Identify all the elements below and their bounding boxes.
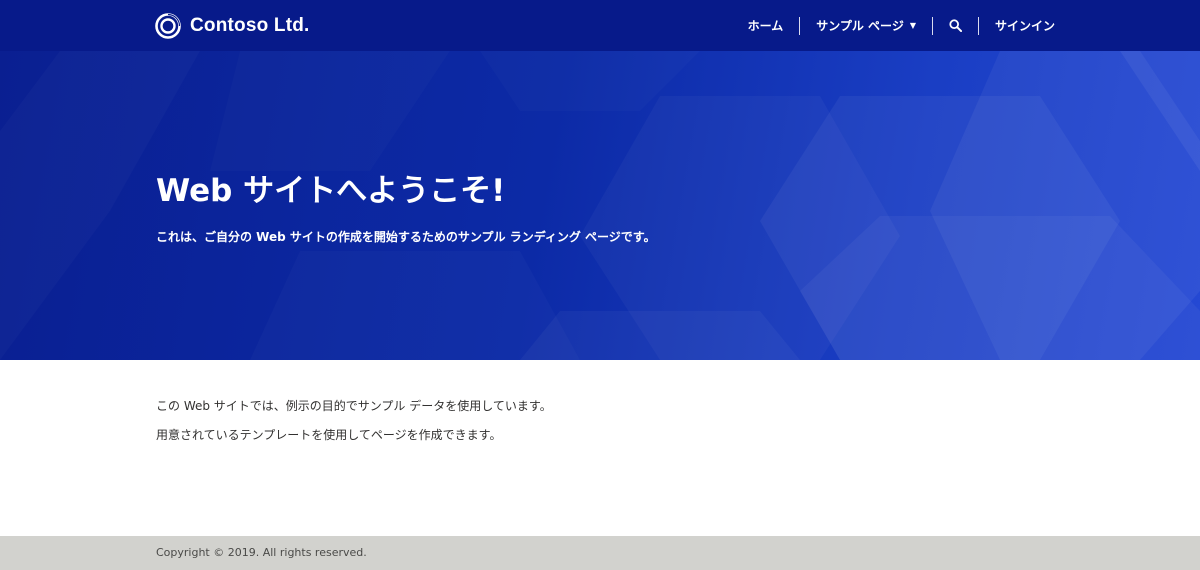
copyright-text: Copyright © 2019. All rights reserved. bbox=[156, 546, 367, 559]
nav-divider bbox=[799, 16, 801, 35]
hero-subtitle: これは、ご自分の Web サイトの作成を開始するためのサンプル ランディング ペ… bbox=[156, 230, 656, 244]
ring-logo-icon bbox=[155, 13, 181, 39]
template-paragraph: 用意されているテンプレートを使用してページを作成できます。 bbox=[156, 428, 502, 442]
nav-divider bbox=[931, 16, 933, 35]
caret-down-icon: ▼ bbox=[909, 21, 916, 30]
hero-title: Web サイトへようこそ! bbox=[156, 173, 506, 209]
brand-name: Contoso Ltd. bbox=[190, 15, 310, 36]
site-footer: Copyright © 2019. All rights reserved. bbox=[0, 536, 1200, 570]
hero-banner: Web サイトへようこそ! これは、ご自分の Web サイトの作成を開始するため… bbox=[0, 51, 1200, 360]
nav-sample-pages-dropdown[interactable]: サンプル ページ ▼ bbox=[816, 0, 916, 51]
nav-signin-link[interactable]: サインイン bbox=[995, 0, 1055, 51]
brand-logo-link[interactable]: Contoso Ltd. bbox=[155, 13, 310, 39]
search-button[interactable] bbox=[949, 0, 962, 51]
main-nav: ホーム サンプル ページ ▼ サインイン bbox=[748, 0, 1055, 51]
intro-paragraph: この Web サイトでは、例示の目的でサンプル データを使用しています。 bbox=[156, 399, 552, 413]
nav-home-link[interactable]: ホーム bbox=[748, 0, 784, 51]
nav-sample-pages-label: サンプル ページ bbox=[816, 19, 904, 33]
search-icon bbox=[949, 19, 962, 32]
site-header: Contoso Ltd. ホーム サンプル ページ ▼ サインイン bbox=[0, 0, 1200, 51]
nav-divider bbox=[977, 16, 979, 35]
